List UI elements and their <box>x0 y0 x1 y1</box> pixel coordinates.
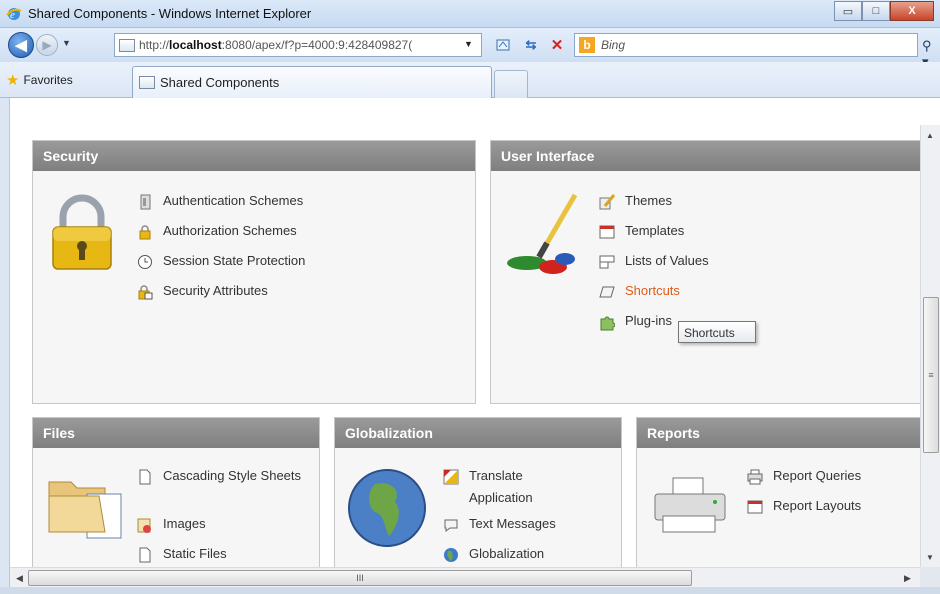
maximize-icon: □ <box>872 5 880 17</box>
file-icon <box>137 547 153 563</box>
status-bar <box>0 587 940 594</box>
left-frame-border <box>0 98 10 594</box>
printer-small-icon <box>747 469 763 485</box>
grip-icon: III <box>356 573 364 583</box>
globe-small-icon <box>443 547 459 563</box>
forward-button[interactable]: ▶ <box>36 34 58 56</box>
scroll-down-icon[interactable]: ▼ <box>926 553 934 562</box>
close-icon: X <box>908 5 916 17</box>
minimize-icon: ▭ <box>842 5 854 18</box>
security-item-authentication-schemes[interactable]: Authentication Schemes <box>137 193 305 223</box>
window-title: Shared Components - Windows Internet Exp… <box>28 6 312 21</box>
favorites-button[interactable]: ★ Favorites <box>6 71 73 89</box>
image-file-icon <box>137 517 153 533</box>
horizontal-scrollbar[interactable]: ◀ III ▶ <box>10 567 920 587</box>
globe-icon <box>345 466 429 553</box>
clock-icon <box>137 254 153 270</box>
folder-icon <box>47 474 125 543</box>
internet-explorer-icon: e <box>6 6 22 22</box>
ui-item-templates[interactable]: Templates <box>599 223 709 253</box>
scrollbar-corner <box>920 567 940 587</box>
security-item-session-state-protection[interactable]: Session State Protection <box>137 253 305 283</box>
user-interface-panel-title: User Interface <box>491 141 920 171</box>
stop-icon[interactable]: ✕ <box>548 36 566 54</box>
minimize-button[interactable]: ▭ <box>834 1 862 21</box>
files-panel-title: Files <box>33 418 319 448</box>
title-bar: e Shared Components - Windows Internet E… <box>0 0 940 28</box>
search-placeholder: Bing <box>601 38 626 52</box>
ui-item-themes[interactable]: Themes <box>599 193 709 223</box>
paintbrush-icon <box>599 194 615 210</box>
files-item-images[interactable]: Images <box>137 516 303 546</box>
template-icon <box>599 224 615 240</box>
navigation-bar: ◀ ▶ ▼ http://localhost:8080/apex/f?p=400… <box>0 28 940 69</box>
url-prefix: http:// <box>139 38 170 52</box>
refresh-icon[interactable]: ⇆ <box>522 36 540 54</box>
printer-icon <box>651 476 731 539</box>
new-tab-button[interactable] <box>494 70 528 98</box>
translate-icon <box>443 469 459 485</box>
compatibility-view-icon[interactable] <box>494 36 512 54</box>
globalization-panel: Globalization Translate Application Text… <box>334 417 622 567</box>
security-panel-title: Security <box>33 141 475 171</box>
vertical-scrollbar[interactable]: ▲ ≡ ▼ <box>920 125 940 567</box>
globalization-item-text-messages[interactable]: Text Messages <box>443 516 579 546</box>
reports-panel: Reports Report Queries Report Layouts <box>636 417 920 567</box>
globalization-item-translate-application[interactable]: Translate Application <box>443 468 579 516</box>
page-icon <box>119 38 135 52</box>
reports-item-report-layouts[interactable]: Report Layouts <box>747 498 861 528</box>
reports-item-report-queries[interactable]: Report Queries <box>747 468 861 498</box>
address-bar[interactable]: http://localhost:8080/apex/f?p=4000:9:42… <box>114 33 482 57</box>
globalization-item-globalization[interactable]: Globalization <box>443 546 579 567</box>
page-icon <box>139 76 155 89</box>
vertical-scroll-thumb[interactable]: ≡ <box>923 297 939 453</box>
grip-icon: ≡ <box>928 370 934 380</box>
tab-label: Shared Components <box>160 75 280 90</box>
security-item-authorization-schemes[interactable]: Authorization Schemes <box>137 223 305 253</box>
user-interface-panel: User Interface Themes Templates Lists of <box>490 140 920 404</box>
speech-bubble-icon <box>443 517 459 533</box>
bing-logo-icon: b <box>579 37 595 53</box>
ui-item-shortcuts[interactable]: Shortcuts <box>599 283 709 313</box>
history-dropdown-button[interactable]: ▼ <box>62 38 71 48</box>
shortcuts-tooltip: Shortcuts <box>678 321 756 343</box>
favorites-label: Favorites <box>23 73 73 87</box>
security-panel: Security Authentication Schemes Authoriz… <box>32 140 476 404</box>
search-input[interactable]: b Bing <box>574 33 918 57</box>
paintbrush-palette-icon <box>505 191 585 284</box>
id-card-icon <box>137 194 153 210</box>
horizontal-scroll-thumb[interactable]: III <box>28 570 692 586</box>
reports-panel-title: Reports <box>637 418 920 448</box>
favorites-bar: ★ Favorites Shared Components <box>0 62 940 98</box>
star-icon: ★ <box>6 72 20 89</box>
layout-icon <box>747 499 763 515</box>
lock-grid-icon <box>137 284 153 300</box>
css-file-icon <box>137 469 153 485</box>
url-path: :8080/apex/f?p=4000:9:428409827( <box>221 38 413 52</box>
back-button[interactable]: ◀ <box>8 32 34 58</box>
files-item-static-files[interactable]: Static Files <box>137 546 303 567</box>
security-padlock-icon <box>47 193 117 276</box>
files-item-css[interactable]: Cascading Style Sheets <box>137 468 303 516</box>
tab-shared-components[interactable]: Shared Components <box>132 66 492 98</box>
scroll-right-icon[interactable]: ▶ <box>904 573 911 584</box>
maximize-button[interactable]: □ <box>862 1 890 21</box>
ui-item-lists-of-values[interactable]: Lists of Values <box>599 253 709 283</box>
page-content: Security Authentication Schemes Authoriz… <box>10 125 920 567</box>
scroll-left-icon[interactable]: ◀ <box>16 573 23 584</box>
url-host: localhost <box>169 38 222 52</box>
puzzle-icon <box>599 314 615 331</box>
shortcut-icon <box>599 284 615 300</box>
globalization-panel-title: Globalization <box>335 418 621 448</box>
scroll-up-icon[interactable]: ▲ <box>926 131 934 140</box>
list-icon <box>599 254 615 270</box>
padlock-small-icon <box>137 224 153 240</box>
security-item-security-attributes[interactable]: Security Attributes <box>137 283 305 313</box>
close-window-button[interactable]: X <box>890 1 934 21</box>
files-panel: Files Cascading Style Sheets Images Stat… <box>32 417 320 567</box>
address-dropdown-button[interactable]: ▼ <box>464 39 473 49</box>
